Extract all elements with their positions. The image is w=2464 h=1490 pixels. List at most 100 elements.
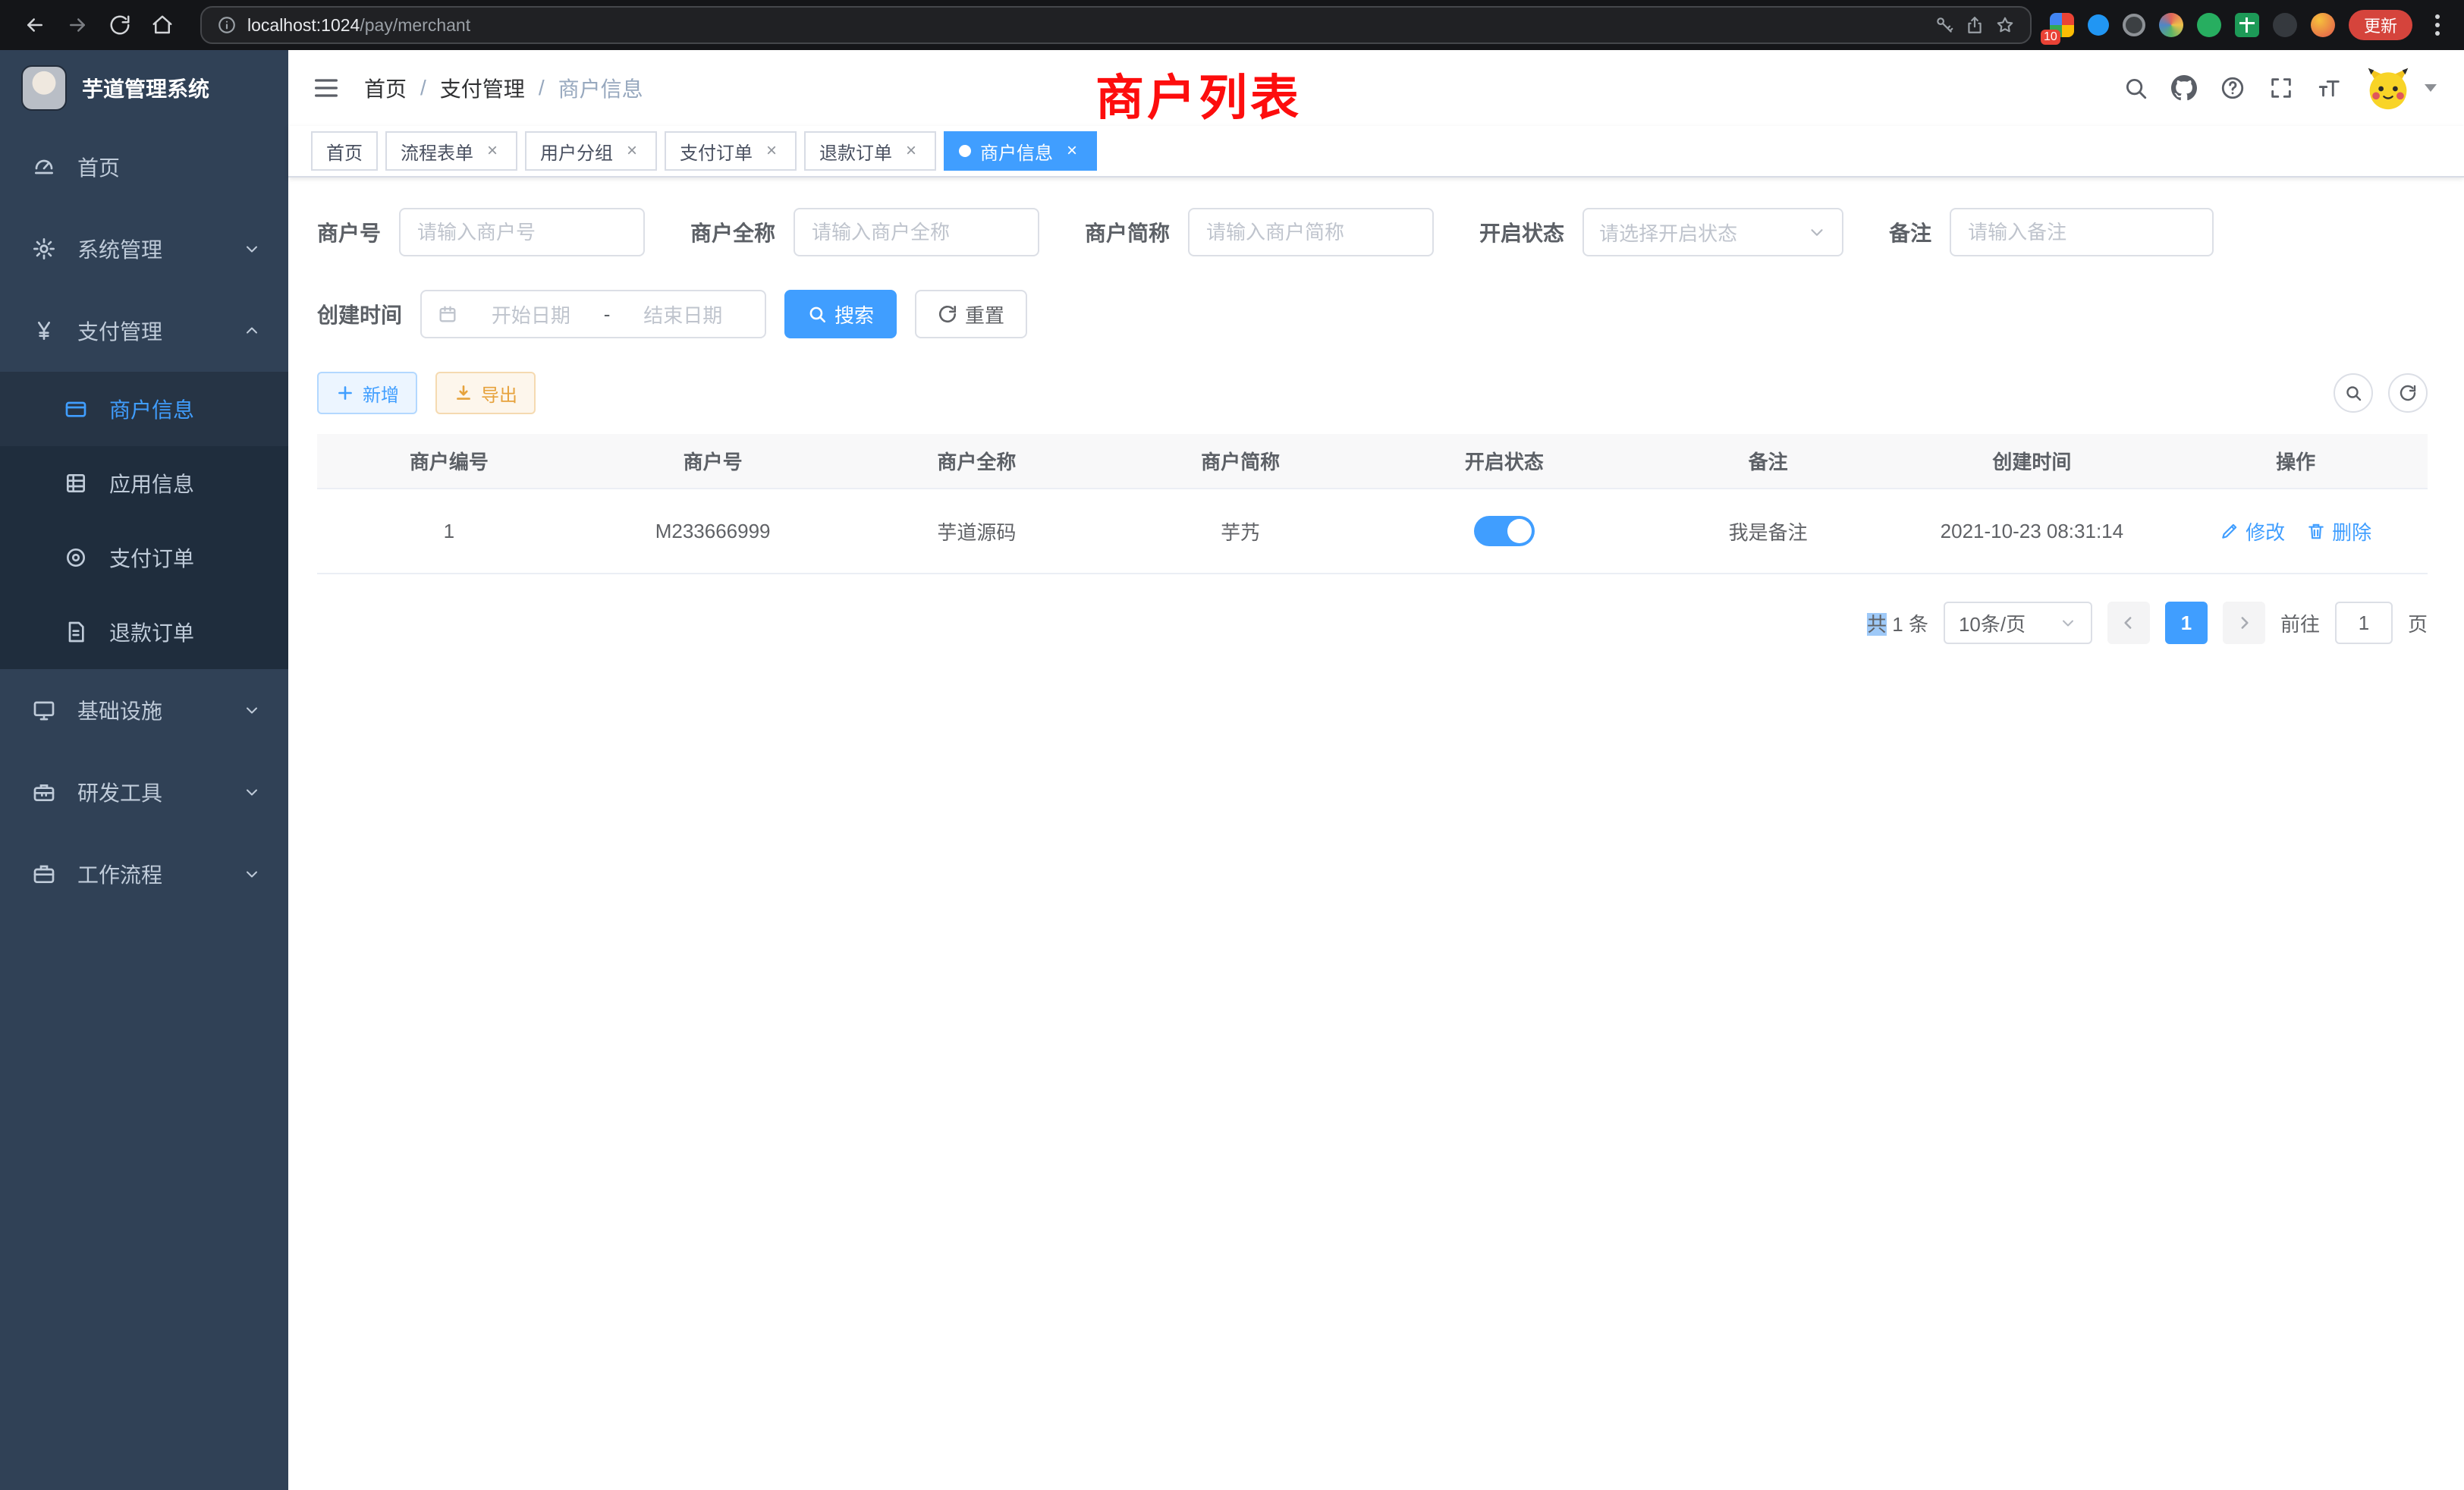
merchant-no-input[interactable] <box>399 208 645 256</box>
back-button[interactable] <box>15 5 55 45</box>
profile-avatar-icon[interactable] <box>2311 13 2335 37</box>
tab-process-form[interactable]: 流程表单 × <box>385 131 517 171</box>
bookmark-star-icon[interactable] <box>1995 15 2015 35</box>
remark-input[interactable] <box>1950 208 2214 256</box>
url-bar[interactable]: localhost:1024/pay/merchant <box>200 6 2032 44</box>
table-header: 开启状态 <box>1372 434 1636 489</box>
filter-short-name: 商户简称 <box>1085 208 1434 256</box>
sidebar-item-infrastructure[interactable]: 基础设施 <box>0 669 288 751</box>
tab-label: 用户分组 <box>540 138 613 165</box>
chevron-down-icon <box>1807 222 1827 242</box>
prev-page-button[interactable] <box>2107 602 2150 644</box>
topbar: 首页 / 支付管理 / 商户信息 商户列表 <box>288 50 2464 126</box>
status-select[interactable]: 请选择开启状态 <box>1582 208 1843 256</box>
tags-view: 首页 流程表单 × 用户分组 × 支付订单 × 退款订单 × <box>288 126 2464 178</box>
tab-refund-order[interactable]: 退款订单 × <box>804 131 936 171</box>
page-number-button[interactable]: 1 <box>2165 602 2208 644</box>
table-header: 操作 <box>2164 434 2428 489</box>
filter-row-2: 创建时间 开始日期 - 结束日期 搜索 重置 <box>317 290 2428 338</box>
close-icon[interactable]: × <box>622 141 642 161</box>
calendar-icon <box>437 303 458 325</box>
tab-label: 首页 <box>326 138 363 165</box>
breadcrumb-payment[interactable]: 支付管理 <box>440 73 525 103</box>
fullscreen-icon[interactable] <box>2268 75 2294 101</box>
table-header: 商户编号 <box>317 434 581 489</box>
table-header-row: 商户编号 商户号 商户全称 商户简称 开启状态 备注 创建时间 操作 <box>317 434 2428 489</box>
site-info-icon[interactable] <box>217 15 237 35</box>
close-icon[interactable]: × <box>762 141 781 161</box>
user-avatar[interactable] <box>2365 65 2411 111</box>
date-range-input[interactable]: 开始日期 - 结束日期 <box>420 290 766 338</box>
refresh-table-button[interactable] <box>2388 373 2428 413</box>
next-page-button[interactable] <box>2223 602 2265 644</box>
export-button[interactable]: 导出 <box>435 372 536 414</box>
app-logo: 芋道管理系统 <box>0 50 288 126</box>
full-name-input[interactable] <box>794 208 1039 256</box>
search-icon[interactable] <box>2123 75 2148 101</box>
breadcrumb-home[interactable]: 首页 <box>364 73 407 103</box>
target-icon <box>64 545 88 570</box>
grid-icon <box>64 471 88 495</box>
filter-label: 商户全称 <box>690 217 794 247</box>
sidebar-item-workflow[interactable]: 工作流程 <box>0 833 288 915</box>
extension-icon[interactable] <box>2197 13 2221 37</box>
extension-icon[interactable] <box>2123 14 2145 36</box>
edit-link-label: 修改 <box>2246 517 2285 545</box>
add-button[interactable]: 新增 <box>317 372 417 414</box>
browser-update-button[interactable]: 更新 <box>2349 10 2412 40</box>
short-name-input[interactable] <box>1188 208 1434 256</box>
password-key-icon[interactable] <box>1934 15 1954 35</box>
extension-icon[interactable] <box>2088 14 2109 36</box>
close-icon[interactable]: × <box>1062 141 1082 161</box>
tab-user-group[interactable]: 用户分组 × <box>525 131 657 171</box>
reload-button[interactable] <box>100 5 140 45</box>
close-icon[interactable]: × <box>901 141 921 161</box>
sidebar-item-payment-order[interactable]: 支付订单 <box>0 520 288 595</box>
home-button[interactable] <box>143 5 182 45</box>
cell-merchant-id: 1 <box>317 489 581 574</box>
edit-link[interactable]: 修改 <box>2220 517 2285 545</box>
extension-icon[interactable] <box>2273 13 2297 37</box>
payment-submenu: 商户信息 应用信息 支付订单 退款订单 <box>0 372 288 669</box>
search-button[interactable]: 搜索 <box>784 290 897 338</box>
sidebar-item-refund-order[interactable]: 退款订单 <box>0 595 288 669</box>
breadcrumb-separator: / <box>539 76 545 100</box>
filter-label: 商户简称 <box>1085 217 1188 247</box>
status-toggle[interactable] <box>1474 516 1535 546</box>
tab-payment-order[interactable]: 支付订单 × <box>665 131 797 171</box>
hamburger-icon[interactable] <box>288 73 364 103</box>
close-icon[interactable]: × <box>482 141 502 161</box>
date-separator: - <box>604 303 611 326</box>
reset-button[interactable]: 重置 <box>915 290 1027 338</box>
screen: localhost:1024/pay/merchant 10 更新 <box>0 0 2464 1490</box>
extension-icon[interactable]: 10 <box>2050 13 2074 37</box>
share-icon[interactable] <box>1965 15 1985 35</box>
toggle-search-button[interactable] <box>2334 373 2373 413</box>
app-title: 芋道管理系统 <box>82 73 209 103</box>
forward-button[interactable] <box>58 5 97 45</box>
sidebar-item-dev-tools[interactable]: 研发工具 <box>0 751 288 833</box>
cell-actions: 修改 删除 <box>2164 489 2428 574</box>
delete-link[interactable]: 删除 <box>2306 517 2371 545</box>
goto-page-input[interactable] <box>2335 602 2393 644</box>
yen-icon <box>32 319 56 343</box>
help-icon[interactable] <box>2220 75 2246 101</box>
sidebar-item-merchant-info[interactable]: 商户信息 <box>0 372 288 446</box>
sidebar-item-app-info[interactable]: 应用信息 <box>0 446 288 520</box>
tab-merchant-info[interactable]: 商户信息 × <box>944 131 1097 171</box>
cell-merchant-no: M233666999 <box>581 489 845 574</box>
font-size-icon[interactable] <box>2317 75 2343 101</box>
extension-icon[interactable] <box>2159 13 2183 37</box>
page-size-select[interactable]: 10条/页 <box>1944 602 2092 644</box>
sidebar-item-payment[interactable]: 支付管理 <box>0 290 288 372</box>
browser-menu-icon[interactable] <box>2426 8 2449 42</box>
delete-link-label: 删除 <box>2332 517 2371 545</box>
sidebar-item-system[interactable]: 系统管理 <box>0 208 288 290</box>
tab-home[interactable]: 首页 <box>311 131 378 171</box>
search-icon <box>2344 384 2362 402</box>
filter-merchant-no: 商户号 <box>317 208 645 256</box>
extension-icon[interactable] <box>2235 13 2259 37</box>
sidebar-item-home[interactable]: 首页 <box>0 126 288 208</box>
breadcrumb: 首页 / 支付管理 / 商户信息 <box>364 73 643 103</box>
github-icon[interactable] <box>2171 75 2197 101</box>
